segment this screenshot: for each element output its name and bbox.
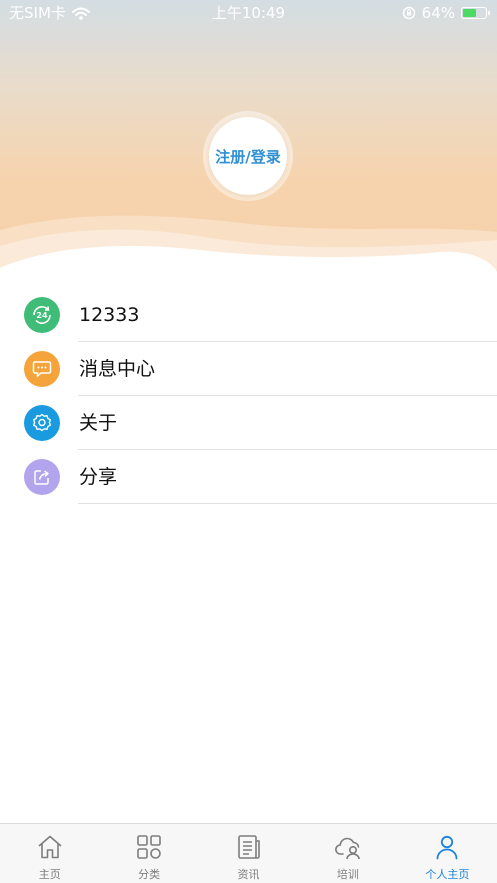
training-cloud-icon bbox=[334, 837, 360, 860]
tab-profile[interactable]: 个人主页 bbox=[398, 824, 497, 883]
tab-news[interactable]: 资讯 bbox=[199, 824, 298, 883]
message-icon bbox=[24, 351, 60, 387]
login-register-label: 注册/登录 bbox=[215, 147, 281, 166]
battery-percent-text: 64% bbox=[421, 4, 455, 22]
tab-label: 培训 bbox=[336, 868, 359, 881]
tab-training[interactable]: 培训 bbox=[298, 824, 397, 883]
tab-label: 资讯 bbox=[237, 868, 260, 881]
battery-fill bbox=[463, 9, 477, 17]
news-icon bbox=[237, 835, 260, 859]
tab-label: 主页 bbox=[38, 868, 61, 881]
menu-item-share[interactable]: 分享 bbox=[0, 450, 497, 504]
gear-glyph bbox=[33, 413, 51, 432]
status-bar: 无SIM卡 上午10:49 64% bbox=[0, 0, 497, 26]
menu-item-label: 关于 bbox=[79, 412, 118, 434]
service-24h-icon: 24 bbox=[24, 297, 60, 333]
menu-item-message-center[interactable]: 消息中心 bbox=[0, 342, 497, 396]
tab-label: 分类 bbox=[138, 868, 161, 881]
menu-item-label: 12333 bbox=[79, 304, 140, 326]
home-icon bbox=[38, 835, 62, 859]
header-wave bbox=[0, 215, 497, 290]
menu-list: 24 12333 消息中心 关于 分享 bbox=[0, 288, 497, 504]
menu-item-about[interactable]: 关于 bbox=[0, 396, 497, 450]
person-icon bbox=[436, 835, 458, 860]
menu-divider bbox=[78, 503, 497, 504]
menu-item-label: 分享 bbox=[79, 466, 118, 488]
tab-label: 个人主页 bbox=[425, 868, 470, 881]
status-right: 64% bbox=[402, 0, 490, 26]
menu-item-12333[interactable]: 24 12333 bbox=[0, 288, 497, 342]
menu-item-label: 消息中心 bbox=[79, 358, 156, 380]
tab-home[interactable]: 主页 bbox=[0, 824, 99, 883]
tab-category[interactable]: 分类 bbox=[99, 824, 198, 883]
login-register-button[interactable]: 注册/登录 bbox=[209, 117, 287, 195]
rotation-lock-icon bbox=[402, 6, 415, 20]
message-glyph bbox=[32, 361, 52, 378]
battery-icon bbox=[461, 7, 490, 19]
gear-icon bbox=[24, 405, 60, 441]
svg-text:24: 24 bbox=[36, 311, 48, 320]
share-glyph bbox=[34, 470, 49, 485]
share-icon bbox=[24, 459, 60, 495]
service-24h-glyph: 24 bbox=[33, 305, 51, 325]
tab-bar: 主页 分类 资讯 培训 个人主页 bbox=[0, 823, 497, 883]
category-grid-icon bbox=[137, 835, 161, 859]
